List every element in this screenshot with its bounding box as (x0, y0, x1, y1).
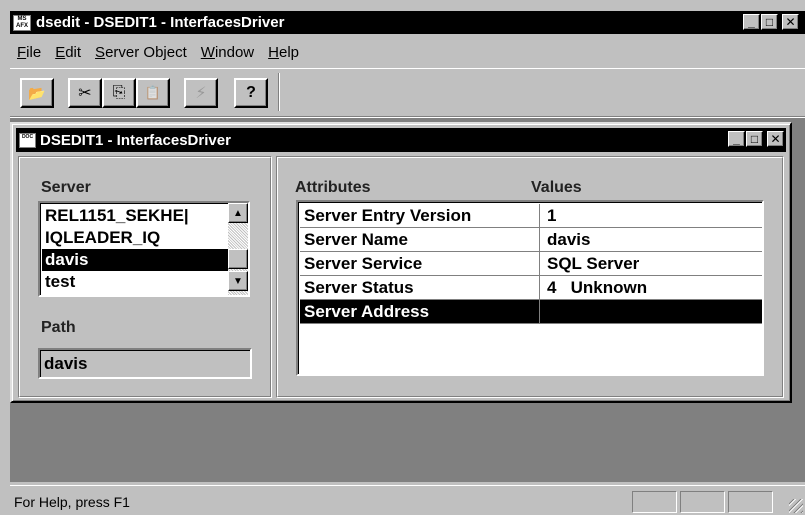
table-row[interactable]: Server Address (300, 300, 762, 324)
cut-button[interactable]: ✂ (68, 78, 102, 108)
clipboard-icon: 📋 (144, 85, 162, 100)
menu-edit[interactable]: Edit (48, 44, 88, 61)
app-title: dsedit - DSEDIT1 - InterfacesDriver (36, 14, 285, 31)
table-row[interactable]: Server Status 4 Unknown (300, 276, 762, 300)
scroll-thumb[interactable] (228, 249, 248, 269)
menu-server-object[interactable]: Server Object (88, 44, 194, 61)
list-item[interactable]: test (42, 271, 228, 293)
server-list-scrollbar[interactable]: ▲ ▼ (228, 203, 248, 295)
attributes-pane: Attributes Values Server Entry Version 1… (276, 156, 784, 398)
copy-button[interactable]: ⎘ (102, 78, 136, 108)
attribute-cell: Server Address (304, 300, 540, 323)
attribute-cell: Server Service (304, 252, 540, 275)
child-maximize-button[interactable]: □ (746, 131, 763, 147)
document-icon[interactable]: DOC (19, 132, 36, 148)
value-cell[interactable]: SQL Server (547, 252, 639, 275)
status-pane (632, 491, 677, 513)
table-row[interactable]: Server Service SQL Server (300, 252, 762, 276)
attribute-cell: Server Entry Version (304, 204, 540, 227)
list-item[interactable]: REL1151_SEKHE| (42, 205, 228, 227)
ping-button[interactable]: ⚡ (184, 78, 218, 108)
open-button[interactable]: 📂 (20, 78, 54, 108)
lightning-icon: ⚡ (195, 85, 207, 102)
child-minimize-button[interactable]: _ (728, 131, 745, 147)
app-icon[interactable]: MS AFX (13, 14, 31, 31)
scroll-down-button[interactable]: ▼ (228, 271, 248, 291)
child-title-bar[interactable]: DOC DSEDIT1 - InterfacesDriver _ □ ✕ (16, 128, 786, 152)
toolbar: 📂 ✂ ⎘ 📋 ⚡ ? (10, 68, 805, 116)
status-bar: For Help, press F1 (10, 485, 805, 515)
list-item[interactable]: IQLEADER_IQ (42, 227, 228, 249)
maximize-button[interactable]: □ (761, 14, 778, 30)
scissors-icon: ✂ (78, 85, 92, 102)
list-item[interactable]: davis (42, 249, 228, 271)
value-cell[interactable]: 1 (547, 204, 556, 227)
status-pane (680, 491, 725, 513)
menu-window[interactable]: Window (194, 44, 261, 61)
arrow-down-icon: ▼ (233, 275, 243, 287)
child-title: DSEDIT1 - InterfacesDriver (40, 131, 231, 149)
close-button[interactable]: ✕ (782, 14, 799, 30)
child-close-button[interactable]: ✕ (767, 131, 784, 147)
arrow-up-icon: ▲ (233, 207, 243, 219)
child-window: DOC DSEDIT1 - InterfacesDriver _ □ ✕ Ser… (10, 122, 792, 403)
status-text: For Help, press F1 (14, 494, 130, 510)
server-label: Server (41, 179, 91, 196)
attributes-header: Attributes (295, 179, 371, 196)
table-row[interactable]: Server Name davis (300, 228, 762, 252)
menu-file[interactable]: File (10, 44, 48, 61)
scroll-up-button[interactable]: ▲ (228, 203, 248, 223)
copy-icon: ⎘ (112, 84, 126, 101)
app-title-bar[interactable]: MS AFX dsedit - DSEDIT1 - InterfacesDriv… (10, 11, 805, 34)
path-label: Path (41, 319, 76, 336)
attribute-cell: Server Status (304, 276, 540, 299)
value-cell[interactable]: 4 Unknown (547, 276, 647, 299)
server-list[interactable]: REL1151_SEKHE| IQLEADER_IQ davis test ▲ … (38, 201, 250, 297)
help-button[interactable]: ? (234, 78, 268, 108)
menu-help[interactable]: Help (261, 44, 306, 61)
values-header: Values (531, 179, 582, 196)
help-question-icon: ? (246, 84, 256, 101)
open-folder-icon: 📂 (28, 84, 46, 101)
attributes-table[interactable]: Server Entry Version 1 Server Name davis… (296, 200, 764, 376)
table-row[interactable]: Server Entry Version 1 (300, 204, 762, 228)
resize-grip-icon[interactable] (789, 499, 803, 513)
path-field: davis (38, 348, 252, 379)
value-cell[interactable]: davis (547, 228, 590, 251)
menu-bar: File Edit Server Object Window Help (10, 36, 805, 68)
attribute-cell: Server Name (304, 228, 540, 251)
server-pane: Server REL1151_SEKHE| IQLEADER_IQ davis … (18, 156, 272, 398)
status-pane (728, 491, 773, 513)
paste-button[interactable]: 📋 (136, 78, 170, 108)
minimize-button[interactable]: _ (743, 14, 760, 30)
toolbar-separator (278, 73, 280, 111)
